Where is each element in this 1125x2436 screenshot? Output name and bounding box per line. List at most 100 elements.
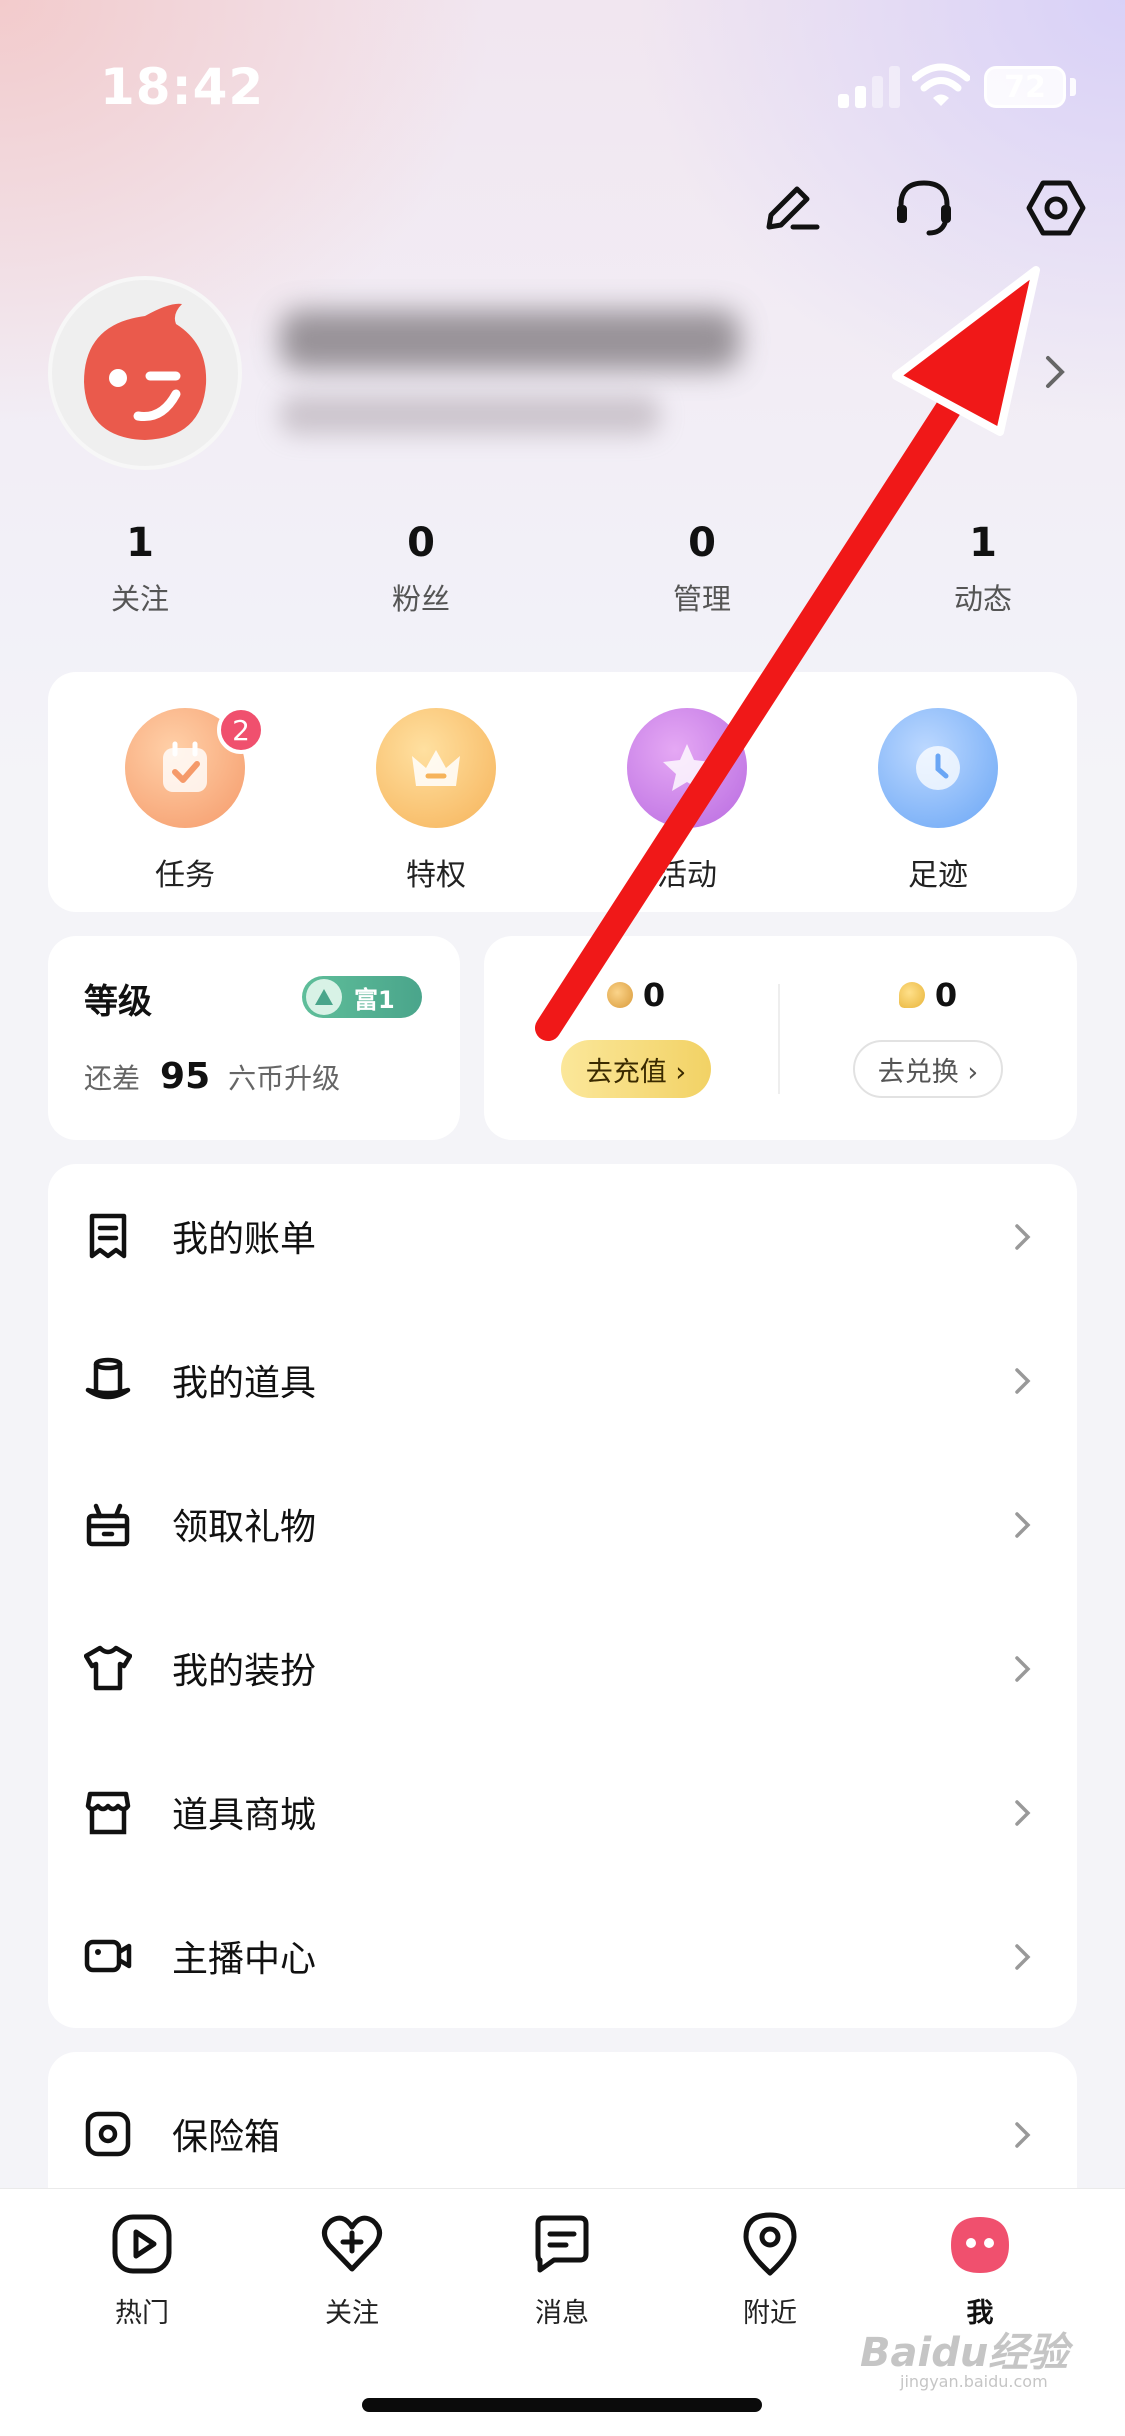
menu-card: 我的账单 我的道具 领取礼物 我的装扮 道具商城 主播中心 — [48, 1164, 1077, 2028]
menu-item-gift[interactable]: 领取礼物 — [48, 1452, 1077, 1596]
bean-value: 0 — [934, 976, 958, 1014]
safe-icon — [82, 2108, 134, 2160]
chevron-right-icon — [1013, 1942, 1033, 1972]
level-badge-text: 富1 — [354, 985, 395, 1014]
crown-icon — [376, 708, 496, 828]
task-icon: 2 — [125, 706, 265, 828]
wifi-icon — [911, 62, 971, 108]
level-badge: 富1 — [302, 976, 422, 1018]
watermark-text: Baidu经验 — [860, 2330, 1069, 2376]
menu-label: 我的装扮 — [172, 1651, 317, 1692]
quick-action-label: 足迹 — [908, 858, 968, 893]
settings-icon[interactable] — [1020, 172, 1092, 244]
level-amount: 95 — [160, 1056, 211, 1097]
task-badge: 2 — [217, 706, 265, 754]
level-suffix: 六币升级 — [228, 1062, 341, 1095]
chevron-right-icon — [1013, 1654, 1033, 1684]
menu-item-safe-box[interactable]: 保险箱 — [48, 2062, 1077, 2206]
tab-label: 关注 — [325, 2298, 379, 2329]
level-prefix: 还差 — [84, 1062, 141, 1095]
menu-item-anchor-center[interactable]: 主播中心 — [48, 1884, 1077, 2028]
stat-value: 0 — [407, 520, 435, 566]
quick-action-privilege[interactable]: 特权 — [356, 708, 516, 894]
wallet-card: 0 去充值 › 0 去兑换 › — [484, 936, 1077, 1140]
stat-value: 1 — [126, 520, 154, 566]
quick-action-label: 活动 — [657, 858, 717, 893]
heart-plus-icon — [319, 2211, 385, 2277]
stats-row: 1 关注 0 粉丝 0 管理 1 动态 — [0, 520, 1125, 630]
stat-manage[interactable]: 0 管理 — [612, 520, 792, 618]
level-triangle-icon — [306, 979, 342, 1015]
store-icon — [82, 1786, 134, 1838]
headset-icon[interactable] — [888, 172, 960, 244]
wink-face-avatar — [84, 303, 207, 440]
stat-label: 粉丝 — [391, 582, 450, 616]
me-icon — [947, 2211, 1013, 2277]
watermark-subtext: jingyan.baidu.com — [900, 2372, 1048, 2391]
star-icon — [627, 708, 747, 828]
exchange-button[interactable]: 去兑换 › — [853, 1040, 1003, 1098]
avatar[interactable] — [48, 276, 242, 470]
tab-label: 附近 — [743, 2298, 797, 2329]
menu-item-props[interactable]: 我的道具 — [48, 1308, 1077, 1452]
battery-level: 72 — [1004, 69, 1046, 105]
home-indicator — [362, 2398, 762, 2412]
shirt-icon — [82, 1642, 134, 1694]
quick-action-task[interactable]: 2 任务 — [105, 706, 265, 894]
stat-label: 动态 — [953, 582, 1012, 616]
stat-value: 1 — [969, 520, 997, 566]
bean-icon — [898, 982, 925, 1008]
tab-nearby[interactable]: 附近 — [700, 2211, 840, 2330]
level-card[interactable]: 等级 富1 还差 95 六币升级 — [48, 936, 460, 1140]
location-icon — [737, 2211, 803, 2277]
menu-label: 领取礼物 — [172, 1507, 317, 1548]
play-icon — [109, 2211, 175, 2277]
stat-posts[interactable]: 1 动态 — [893, 520, 1073, 618]
coin-icon — [606, 982, 633, 1008]
stat-following[interactable]: 1 关注 — [50, 520, 230, 618]
tab-messages[interactable]: 消息 — [492, 2211, 632, 2330]
message-icon — [529, 2211, 595, 2277]
camera-icon — [82, 1930, 134, 1982]
level-progress: 还差 95 六币升级 — [84, 1056, 340, 1097]
coin-value: 0 — [642, 976, 666, 1014]
hat-icon — [82, 1354, 134, 1406]
menu-label: 道具商城 — [172, 1795, 317, 1836]
menu-item-store[interactable]: 道具商城 — [48, 1740, 1077, 1884]
menu-label: 主播中心 — [172, 1939, 317, 1980]
bill-icon — [82, 1210, 134, 1262]
menu-item-bill[interactable]: 我的账单 — [48, 1164, 1077, 1308]
tab-label: 热门 — [115, 2298, 169, 2329]
quick-action-activity[interactable]: 活动 — [607, 708, 767, 894]
stat-label: 关注 — [110, 582, 169, 616]
battery-icon: 72 — [984, 66, 1066, 108]
stat-label: 管理 — [672, 582, 731, 616]
quick-action-footprint[interactable]: 足迹 — [858, 708, 1018, 894]
edit-icon[interactable] — [754, 172, 826, 244]
tab-hot[interactable]: 热门 — [72, 2211, 212, 2330]
chevron-right-icon — [1013, 1366, 1033, 1396]
menu-item-outfit[interactable]: 我的装扮 — [48, 1596, 1077, 1740]
chevron-right-icon — [1013, 1798, 1033, 1828]
bean-balance: 0 去兑换 › — [788, 976, 1068, 1098]
signal-icon — [838, 64, 900, 108]
coin-balance: 0 去充值 › — [496, 976, 776, 1098]
recharge-button[interactable]: 去充值 › — [561, 1040, 711, 1098]
quick-action-label: 任务 — [155, 858, 215, 893]
gift-icon — [82, 1498, 134, 1550]
quick-actions-card: 2 任务 特权 活动 足迹 — [48, 672, 1077, 912]
battery-cap — [1070, 78, 1076, 96]
blurred-username — [270, 300, 750, 450]
chevron-right-icon — [1013, 1222, 1033, 1252]
chevron-right-icon — [1013, 2120, 1033, 2150]
stat-fans[interactable]: 0 粉丝 — [331, 520, 511, 618]
quick-action-label: 特权 — [406, 858, 466, 893]
tab-follow[interactable]: 关注 — [282, 2211, 422, 2330]
menu-label: 我的账单 — [172, 1219, 317, 1260]
status-time: 18:42 — [100, 58, 265, 116]
profile-chevron-icon[interactable] — [1040, 350, 1070, 394]
clock-icon — [878, 708, 998, 828]
menu-label: 我的道具 — [172, 1363, 317, 1404]
chevron-right-icon — [1013, 1510, 1033, 1540]
tab-me[interactable]: 我 — [910, 2211, 1050, 2330]
